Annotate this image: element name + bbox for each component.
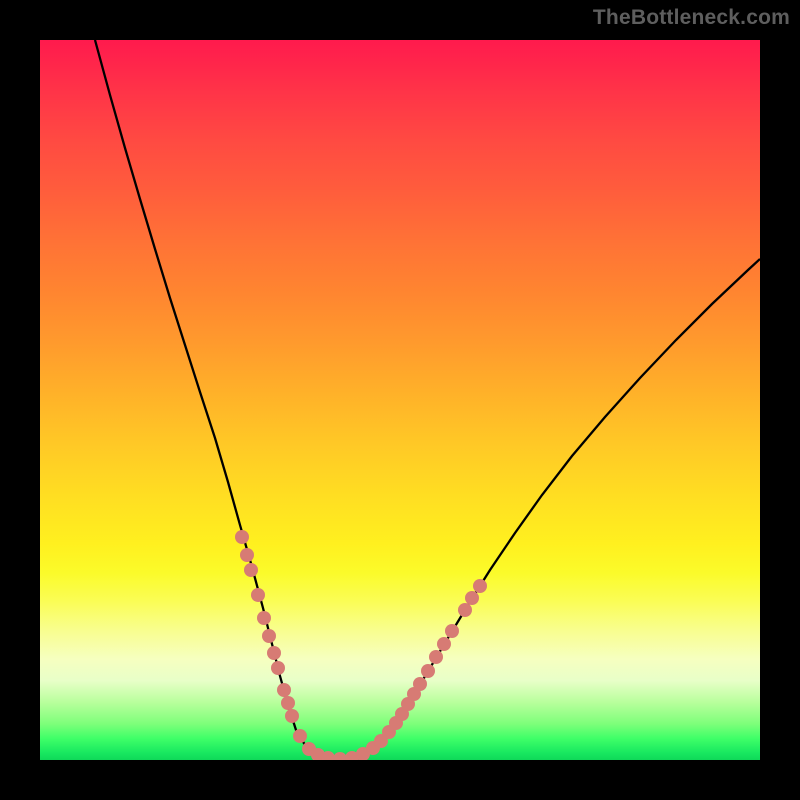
marker-dot xyxy=(413,677,427,691)
marker-dot xyxy=(277,683,291,697)
marker-dot xyxy=(333,752,347,760)
marker-dot xyxy=(251,588,265,602)
marker-dot xyxy=(235,530,249,544)
marker-dot xyxy=(465,591,479,605)
chart-frame: TheBottleneck.com xyxy=(0,0,800,800)
curve-left xyxy=(95,40,335,759)
marker-dot xyxy=(458,603,472,617)
marker-dot xyxy=(244,563,258,577)
marker-dot xyxy=(267,646,281,660)
marker-dot xyxy=(281,696,295,710)
marker-dot xyxy=(257,611,271,625)
marker-dot xyxy=(293,729,307,743)
curve-right xyxy=(335,259,760,759)
marker-dot xyxy=(429,650,443,664)
marker-dot xyxy=(271,661,285,675)
marker-dot xyxy=(262,629,276,643)
plot-area xyxy=(40,40,760,760)
chart-svg xyxy=(40,40,760,760)
marker-dot xyxy=(445,624,459,638)
marker-dot xyxy=(240,548,254,562)
marker-dot xyxy=(285,709,299,723)
watermark-label: TheBottleneck.com xyxy=(593,6,790,30)
marker-dot xyxy=(473,579,487,593)
marker-dot xyxy=(421,664,435,678)
marker-dot xyxy=(437,637,451,651)
